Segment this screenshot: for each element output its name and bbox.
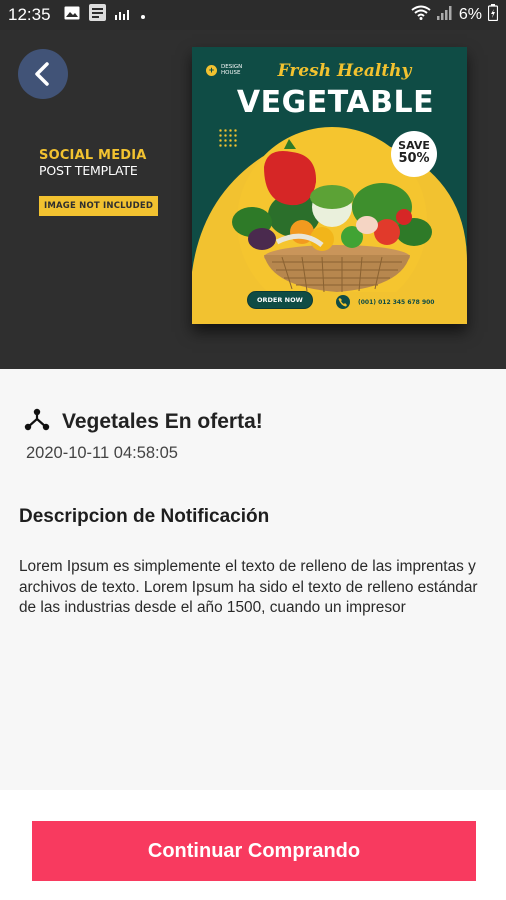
order-now-pill: ORDER NOW (247, 291, 313, 309)
poster-tagline: Fresh Healthy (277, 61, 412, 81)
promo-tag: IMAGE NOT INCLUDED (39, 196, 159, 216)
promo-title: SOCIAL MEDIA (39, 148, 147, 163)
bottom-action-bar: Continuar Comprando (0, 790, 506, 900)
gallery-icon (64, 5, 80, 25)
poster-phone: (001) 012 345 678 900 (358, 299, 435, 306)
notification-timestamp: 2020-10-11 04:58:05 (26, 444, 178, 462)
dot-icon (140, 5, 146, 25)
save-percent: 50% (398, 151, 430, 166)
promo-poster: + DESIGN HOUSE Fresh Healthy VEGETABLE S… (192, 47, 467, 324)
notification-title: Vegetales En oferta! (62, 409, 263, 433)
promo-subtitle: POST TEMPLATE (39, 163, 138, 178)
poster-title: VEGETABLE (236, 85, 435, 120)
wifi-icon (411, 5, 431, 25)
save-badge: SAVE 50% (391, 131, 437, 177)
battery-percent: 6% (458, 6, 482, 23)
status-bar: 12:35 6% (0, 0, 506, 30)
save-label: SAVE (398, 139, 430, 152)
notification-banner: SOCIAL MEDIA POST TEMPLATE IMAGE NOT INC… (0, 30, 506, 369)
dots-pattern-icon (218, 128, 238, 148)
status-time: 12:35 (8, 5, 51, 24)
title-row: Vegetales En oferta! (24, 407, 263, 436)
signal-icon (436, 5, 453, 25)
equalizer-icon (114, 5, 131, 25)
battery-icon (487, 4, 499, 26)
description-body: Lorem Ipsum es simplemente el texto de r… (19, 558, 478, 616)
notification-detail: Vegetales En oferta! 2020-10-11 04:58:05… (0, 369, 506, 790)
phone-icon (336, 295, 350, 309)
back-button[interactable] (18, 49, 68, 99)
app-icon (88, 4, 106, 26)
continue-shopping-button[interactable]: Continuar Comprando (32, 821, 476, 881)
share-icon (24, 407, 50, 436)
description-heading: Descripcion de Notificación (19, 506, 270, 527)
chevron-left-icon (35, 62, 49, 86)
promo-text: SOCIAL MEDIA POST TEMPLATE IMAGE NOT INC… (39, 148, 179, 216)
